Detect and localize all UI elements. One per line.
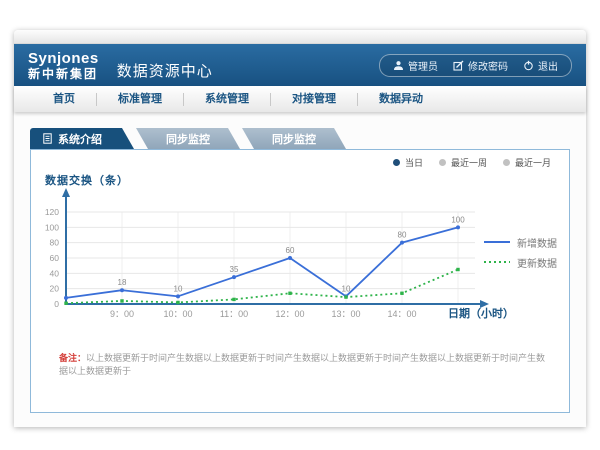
radio-dot-icon [393, 159, 400, 166]
app-window: Synjones 新中新集团 数据资源中心 管理员 修改密码 退出 首页 标准管… [14, 30, 586, 427]
edit-icon [453, 60, 464, 71]
range-filter: 当日 最近一周 最近一月 [393, 156, 551, 169]
tab-sync-monitor-1[interactable]: 同步监控 [136, 128, 240, 149]
window-top-strip [14, 30, 586, 44]
svg-text:0: 0 [54, 299, 59, 309]
tab-label: 系统介绍 [58, 131, 102, 147]
radio-dot-icon [503, 159, 510, 166]
filter-label: 最近一月 [515, 156, 551, 169]
nav-item-system-mgmt[interactable]: 系统管理 [183, 93, 270, 106]
nav-item-home[interactable]: 首页 [32, 93, 96, 106]
filter-label: 最近一周 [451, 156, 487, 169]
svg-text:80: 80 [398, 231, 407, 240]
svg-text:18: 18 [118, 278, 127, 287]
nav-item-interface-mgmt[interactable]: 对接管理 [270, 93, 357, 106]
user-menu-label: 退出 [538, 58, 558, 73]
svg-text:120: 120 [45, 207, 59, 217]
svg-text:10: 10 [174, 284, 183, 293]
filter-option-last-week[interactable]: 最近一周 [439, 156, 487, 169]
user-menu-change-password[interactable]: 修改密码 [453, 58, 508, 73]
footnote-text: 以上数据更新于时间产生数据以上数据更新于时间产生数据以上数据更新于时间产生数据以… [59, 353, 545, 376]
user-menu-label: 修改密码 [468, 58, 508, 73]
svg-text:14：00: 14：00 [387, 309, 416, 319]
svg-text:13：00: 13：00 [331, 309, 360, 319]
logo: Synjones 新中新集团 [28, 51, 99, 80]
user-menu-label: 管理员 [408, 58, 438, 73]
filter-option-today[interactable]: 当日 [393, 156, 423, 169]
svg-text:40: 40 [50, 268, 60, 278]
legend-item-updated-data[interactable]: 更新数据 [484, 252, 557, 272]
app-header: Synjones 新中新集团 数据资源中心 管理员 修改密码 退出 [14, 44, 586, 86]
svg-text:9：00: 9：00 [110, 309, 134, 319]
legend-item-new-data[interactable]: 新增数据 [484, 232, 557, 252]
user-menu-admin[interactable]: 管理员 [393, 58, 438, 73]
tab-sync-monitor-2[interactable]: 同步监控 [242, 128, 346, 149]
svg-text:100: 100 [45, 222, 59, 232]
svg-text:60: 60 [50, 253, 60, 263]
chart-svg: 0 20 40 60 80 100 120 9：00 10：00 11：00 12：00 13：00 1… [41, 186, 541, 336]
legend-label: 新增数据 [517, 235, 557, 250]
filter-label: 当日 [405, 156, 423, 169]
tab-bar: 系统介绍 同步监控 同步监控 [30, 128, 570, 149]
nav-item-data-change[interactable]: 数据异动 [357, 93, 444, 106]
main-nav: 首页 标准管理 系统管理 对接管理 数据异动 [14, 86, 586, 112]
tab-panel: 当日 最近一周 最近一月 数据交换（条） 0204060801001209：00… [30, 149, 570, 413]
tab-label: 同步监控 [272, 131, 316, 147]
document-icon [43, 133, 52, 144]
svg-text:10：00: 10：00 [163, 309, 192, 319]
tab-label: 同步监控 [166, 131, 210, 147]
svg-text:35: 35 [230, 265, 239, 274]
power-icon [523, 60, 534, 71]
svg-text:100: 100 [451, 215, 465, 224]
solid-line-icon [484, 239, 510, 245]
svg-text:12：00: 12：00 [275, 309, 304, 319]
dotted-line-icon [484, 259, 510, 265]
svg-text:11：00: 11：00 [220, 309, 248, 319]
logo-company: 新中新集团 [28, 68, 99, 80]
footnote: 备注：以上数据更新于时间产生数据以上数据更新于时间产生数据以上数据更新于时间产生… [59, 352, 553, 378]
logo-wordmark: Synjones [28, 51, 99, 66]
legend-label: 更新数据 [517, 255, 557, 270]
user-icon [393, 60, 404, 71]
chart-legend: 新增数据 更新数据 [484, 232, 557, 272]
svg-text:20: 20 [50, 284, 60, 294]
user-menu: 管理员 修改密码 退出 [379, 54, 572, 77]
content-area: 系统介绍 同步监控 同步监控 当日 最近一周 [14, 112, 586, 429]
page-title: 数据资源中心 [117, 50, 213, 81]
svg-text:80: 80 [50, 238, 60, 248]
svg-text:10: 10 [342, 284, 351, 293]
svg-text:日期（小时）: 日期（小时） [448, 306, 514, 320]
footnote-label: 备注： [59, 353, 86, 363]
user-menu-logout[interactable]: 退出 [523, 58, 558, 73]
svg-text:60: 60 [286, 246, 295, 255]
tab-system-intro[interactable]: 系统介绍 [30, 128, 134, 149]
nav-item-standard-mgmt[interactable]: 标准管理 [96, 93, 183, 106]
radio-dot-icon [439, 159, 446, 166]
filter-option-last-month[interactable]: 最近一月 [503, 156, 551, 169]
